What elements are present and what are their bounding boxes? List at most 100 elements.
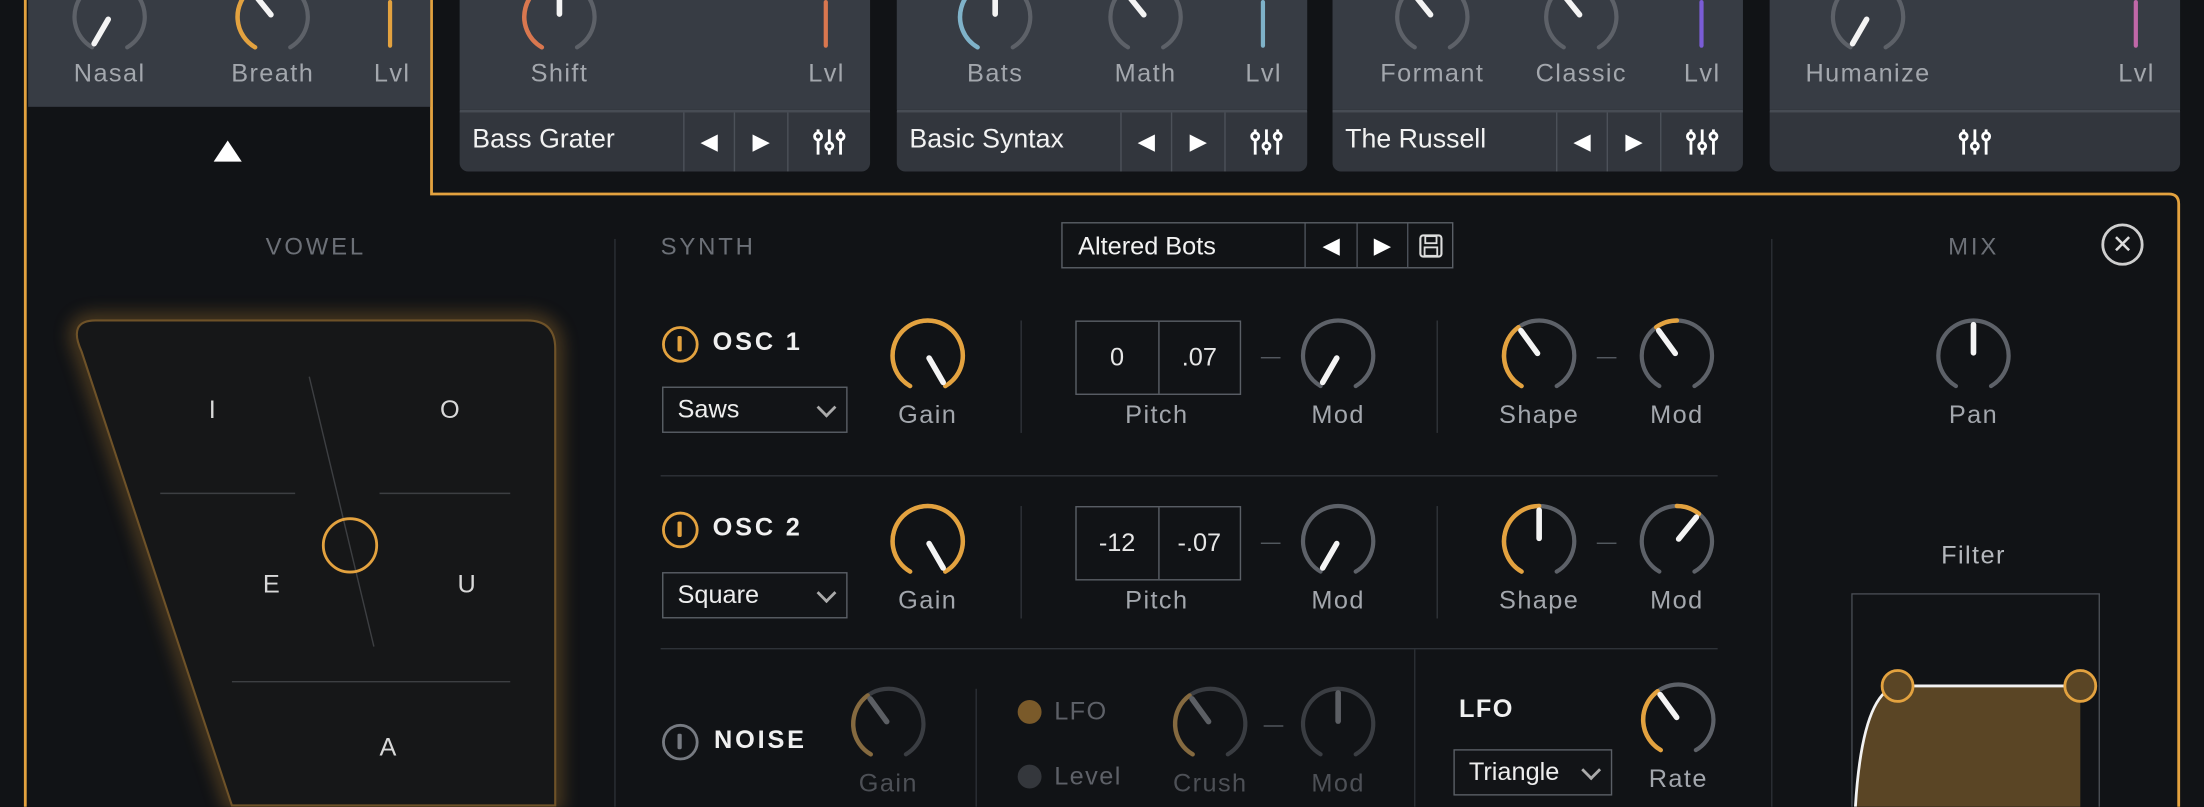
level-label: Lvl (1683, 59, 1721, 88)
shift-knob[interactable] (517, 0, 601, 59)
next-preset-button[interactable]: ▶ (735, 112, 787, 171)
lfo-radio[interactable] (1017, 699, 1042, 724)
divider (660, 647, 1718, 650)
osc1-shape-knob[interactable] (1497, 313, 1581, 397)
module-settings-button[interactable] (1226, 112, 1308, 171)
divider (975, 688, 977, 807)
pitch-coarse-field[interactable]: 0 (1077, 322, 1158, 394)
prev-preset-button[interactable]: ◀ (685, 112, 734, 171)
level-label: Lvl (1245, 59, 1282, 88)
level-label: Lvl (373, 59, 411, 88)
module-preset-name[interactable]: The Russell (1345, 125, 1486, 156)
osc2-gain-knob[interactable] (886, 499, 970, 583)
divider (1436, 506, 1438, 619)
knob-dial-icon (1395, 0, 1470, 50)
pitch-fine-field[interactable]: -.07 (1157, 507, 1240, 580)
noise-crush-knob[interactable] (1168, 682, 1252, 766)
chevron-down-icon (816, 582, 837, 603)
prev-preset-button[interactable]: ◀ (1306, 223, 1357, 267)
knob-dial-icon (957, 0, 1033, 50)
divider (660, 475, 1718, 477)
osc1-power-toggle[interactable] (662, 326, 699, 363)
pan-label: Pan (1948, 400, 1999, 429)
osc1-shape-label: Shape (1499, 400, 1580, 429)
lfo-title: LFO (1459, 694, 1514, 723)
bats-knob[interactable] (953, 0, 1037, 59)
divider (614, 238, 616, 807)
level-radio[interactable] (1017, 764, 1042, 789)
noise-title: NOISE (714, 725, 807, 754)
level-fader[interactable] (2133, 0, 2138, 48)
noise-mod-label: Mod (1311, 768, 1365, 797)
pitch-coarse-field[interactable]: -12 (1077, 507, 1158, 579)
module-preset-name[interactable]: Bass Grater (472, 125, 614, 156)
close-icon: ✕ (2111, 229, 2134, 258)
level-fader[interactable] (822, 0, 828, 48)
knob-dial-icon (1300, 686, 1376, 757)
lfo-waveform-dropdown[interactable]: Triangle (1453, 749, 1613, 796)
filter-curve-editor[interactable] (1851, 593, 2100, 807)
pitch-fine-field[interactable]: .07 (1157, 321, 1240, 394)
osc1-waveform-dropdown[interactable]: Saws (662, 386, 848, 433)
osc1-title: OSC 1 (712, 327, 803, 356)
next-preset-button[interactable]: ▶ (1172, 112, 1224, 171)
module-settings-button[interactable] (789, 112, 871, 171)
level-fader[interactable] (387, 0, 392, 48)
prev-preset-button[interactable]: ◀ (1557, 112, 1606, 171)
knob-dial-icon (1640, 682, 1716, 753)
level-fader[interactable] (1698, 0, 1703, 48)
knob-dial-icon (235, 0, 310, 50)
osc1-pitch-mod-knob[interactable] (1296, 313, 1380, 397)
noise-gain-label: Gain (858, 768, 918, 797)
osc1-shape-mod-knob[interactable] (1635, 313, 1719, 397)
filter-high-handle (2063, 669, 2098, 703)
knob-dial-icon (850, 686, 926, 757)
vowel-letter-i: I (208, 395, 216, 424)
osc1-gain-knob[interactable] (886, 313, 970, 397)
module-preset-name[interactable]: Basic Syntax (909, 125, 1063, 156)
breath-knob[interactable] (231, 0, 315, 59)
vowel-pad[interactable] (42, 295, 590, 807)
noise-mod-knob[interactable] (1296, 682, 1380, 766)
humanize-knob[interactable] (1826, 0, 1910, 59)
osc2-pitch-mod-knob[interactable] (1296, 499, 1380, 583)
save-preset-button[interactable] (1408, 223, 1453, 267)
osc2-shape-mod-label: Mod (1650, 586, 1704, 615)
knob-dial-icon (522, 0, 597, 50)
module-settings-button[interactable] (1661, 112, 1743, 171)
knob-dial-icon (1936, 318, 2011, 389)
next-preset-button[interactable]: ▶ (1608, 112, 1660, 171)
mix-title: MIX (1948, 233, 2000, 261)
knob-dial-icon (72, 0, 147, 50)
osc2-shape-mod-knob[interactable] (1635, 499, 1719, 583)
noise-gain-knob[interactable] (846, 682, 930, 766)
noise-power-toggle[interactable] (662, 723, 699, 761)
lfo-rate-knob[interactable] (1636, 678, 1720, 762)
triangle-up-icon[interactable] (213, 140, 242, 162)
osc2-pitch-mod-label: Mod (1311, 586, 1365, 615)
nasal-knob[interactable] (67, 0, 151, 59)
osc2-power-toggle[interactable] (662, 511, 699, 549)
close-button[interactable]: ✕ (2101, 223, 2144, 266)
waveform-value: Saws (677, 394, 740, 424)
classic-knob[interactable] (1539, 0, 1623, 59)
module-settings-button[interactable] (1770, 112, 2180, 171)
pan-knob[interactable] (1931, 313, 2015, 397)
math-knob[interactable] (1103, 0, 1187, 59)
osc2-shape-knob[interactable] (1497, 499, 1581, 583)
formant-knob[interactable] (1390, 0, 1474, 59)
lfo-radio-label: LFO (1054, 697, 1108, 726)
knob-dial-icon (1639, 318, 1715, 389)
dash (1263, 725, 1284, 727)
level-fader[interactable] (1260, 0, 1265, 48)
next-preset-button[interactable]: ▶ (1358, 223, 1407, 267)
lfo-waveform-value: Triangle (1468, 757, 1560, 786)
prev-preset-button[interactable]: ◀ (1122, 112, 1171, 171)
vowel-title: VOWEL (265, 233, 367, 261)
lfo-rate-label: Rate (1648, 764, 1708, 793)
synth-preset-name[interactable]: Altered Bots (1078, 232, 1216, 262)
divider (1414, 649, 1416, 807)
osc2-waveform-dropdown[interactable]: Square (662, 572, 848, 619)
knob-dial-icon (1544, 0, 1619, 50)
chevron-down-icon (816, 396, 837, 417)
